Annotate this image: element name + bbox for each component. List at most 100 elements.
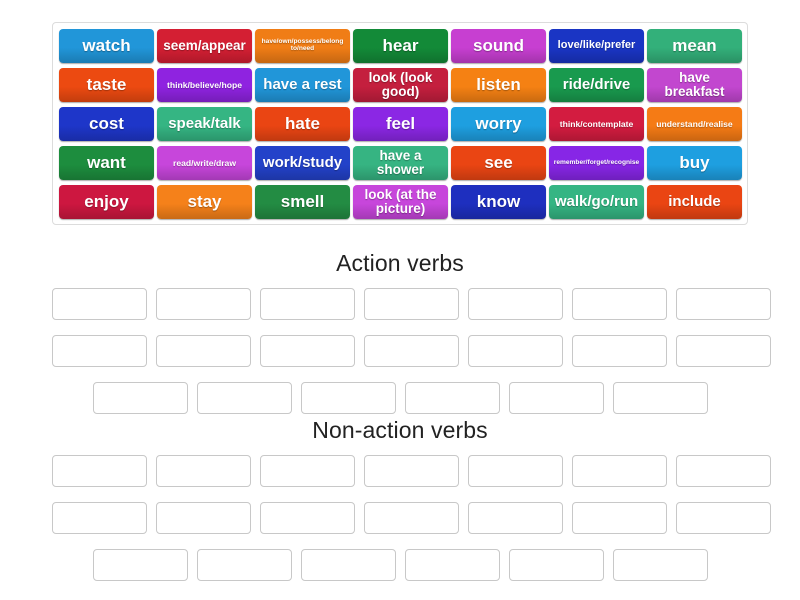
word-tile[interactable]: think/contemplate [549, 107, 644, 141]
drop-slot[interactable] [468, 288, 563, 320]
drop-slot[interactable] [364, 288, 459, 320]
dropzone-row [52, 502, 771, 534]
drop-slot[interactable] [572, 455, 667, 487]
word-tile[interactable]: watch [59, 29, 154, 63]
word-tile[interactable]: enjoy [59, 185, 154, 219]
word-tile[interactable]: worry [451, 107, 546, 141]
word-tile[interactable]: look (at the picture) [353, 185, 448, 219]
drop-slot[interactable] [52, 335, 147, 367]
drop-slot[interactable] [676, 288, 771, 320]
drop-slot[interactable] [572, 335, 667, 367]
word-tile-label: see [484, 153, 513, 173]
drop-slot[interactable] [364, 335, 459, 367]
word-bank-row: enjoy stay smell look (at the picture) know w… [57, 184, 743, 220]
word-tile-label: mean [672, 36, 717, 56]
word-tile[interactable]: smell [255, 185, 350, 219]
word-tile[interactable]: stay [157, 185, 252, 219]
drop-slot[interactable] [156, 455, 251, 487]
word-tile[interactable]: love/like/prefer [549, 29, 644, 63]
drop-slot[interactable] [612, 382, 708, 414]
drop-slot[interactable] [52, 502, 147, 534]
word-tile-label: think/believe/hope [167, 79, 242, 90]
word-tile-label: love/like/prefer [557, 39, 636, 52]
word-tile[interactable]: have a shower [353, 146, 448, 180]
dropzone-row [52, 382, 748, 414]
word-tile-label: speak/talk [168, 115, 241, 133]
word-tile[interactable]: have/own/possess/belong to/need [255, 29, 350, 63]
word-tile-label: read/write/draw [172, 157, 237, 168]
word-tile[interactable]: work/study [255, 146, 350, 180]
dropzone-action-verbs[interactable] [52, 288, 771, 414]
word-tile[interactable]: think/believe/hope [157, 68, 252, 102]
word-tile[interactable]: have breakfast [647, 68, 742, 102]
drop-slot[interactable] [52, 455, 147, 487]
drop-slot[interactable] [260, 455, 355, 487]
drop-slot[interactable] [156, 288, 251, 320]
word-tile[interactable]: sound [451, 29, 546, 63]
word-tile[interactable]: understand/realise [647, 107, 742, 141]
drop-slot[interactable] [300, 382, 396, 414]
drop-slot[interactable] [260, 502, 355, 534]
word-bank-row: cost speak/talk hate feel worry think/contemp… [57, 106, 743, 142]
word-tile[interactable]: walk/go/run [549, 185, 644, 219]
drop-slot[interactable] [404, 382, 500, 414]
word-tile-label: worry [475, 114, 522, 134]
drop-slot[interactable] [468, 335, 563, 367]
drop-slot[interactable] [364, 455, 459, 487]
word-tile[interactable]: taste [59, 68, 154, 102]
word-tile-label: listen [476, 75, 521, 95]
dropzone-non-action-verbs[interactable] [52, 455, 771, 581]
word-tile[interactable]: know [451, 185, 546, 219]
drop-slot[interactable] [300, 549, 396, 581]
word-tile[interactable]: ride/drive [549, 68, 644, 102]
word-tile[interactable]: hear [353, 29, 448, 63]
drop-slot[interactable] [260, 335, 355, 367]
word-tile[interactable]: hate [255, 107, 350, 141]
drop-slot[interactable] [612, 549, 708, 581]
drop-slot[interactable] [196, 382, 292, 414]
word-tile[interactable]: want [59, 146, 154, 180]
drop-slot[interactable] [468, 455, 563, 487]
drop-slot[interactable] [156, 335, 251, 367]
drop-slot[interactable] [468, 502, 563, 534]
drop-slot[interactable] [52, 288, 147, 320]
drop-slot[interactable] [572, 288, 667, 320]
drop-slot[interactable] [156, 502, 251, 534]
word-tile-label: walk/go/run [554, 193, 639, 211]
drop-slot[interactable] [260, 288, 355, 320]
word-tile[interactable]: mean [647, 29, 742, 63]
word-tile[interactable]: have a rest [255, 68, 350, 102]
drop-slot[interactable] [508, 549, 604, 581]
word-bank-row: watch seem/appear have/own/possess/belong … [57, 28, 743, 64]
word-tile-label: know [476, 192, 521, 212]
word-tile[interactable]: read/write/draw [157, 146, 252, 180]
word-tile-label: smell [280, 192, 325, 212]
drop-slot[interactable] [676, 335, 771, 367]
drop-slot[interactable] [508, 382, 604, 414]
word-tile[interactable]: include [647, 185, 742, 219]
word-tile[interactable]: feel [353, 107, 448, 141]
word-tile[interactable]: listen [451, 68, 546, 102]
word-tile-label: sound [473, 36, 524, 56]
drop-slot[interactable] [404, 549, 500, 581]
word-tile-label: seem/appear [163, 37, 246, 53]
word-tile-label: taste [86, 75, 127, 95]
drop-slot[interactable] [196, 549, 292, 581]
dropzone-row [52, 288, 771, 320]
dropzone-row [52, 455, 771, 487]
word-tile[interactable]: look (look good) [353, 68, 448, 102]
word-tile[interactable]: see [451, 146, 546, 180]
drop-slot[interactable] [572, 502, 667, 534]
word-tile-label: enjoy [84, 192, 129, 212]
word-tile-label: work/study [262, 154, 343, 172]
drop-slot[interactable] [92, 549, 188, 581]
drop-slot[interactable] [676, 502, 771, 534]
drop-slot[interactable] [364, 502, 459, 534]
word-tile[interactable]: remember/forget/recognise [549, 146, 644, 180]
drop-slot[interactable] [676, 455, 771, 487]
word-tile[interactable]: seem/appear [157, 29, 252, 63]
drop-slot[interactable] [92, 382, 188, 414]
word-tile[interactable]: cost [59, 107, 154, 141]
word-tile[interactable]: buy [647, 146, 742, 180]
word-tile[interactable]: speak/talk [157, 107, 252, 141]
